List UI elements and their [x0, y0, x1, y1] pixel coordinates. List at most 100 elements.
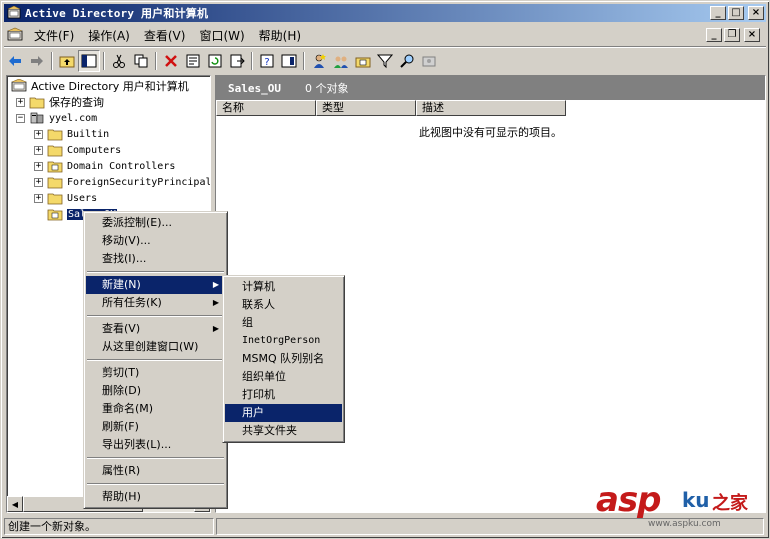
- back-button[interactable]: [4, 50, 26, 72]
- tree-item-saved-queries[interactable]: + 保存的查询: [16, 94, 104, 110]
- new-submenu: 计算机 联系人 组 InetOrgPerson MSMQ 队列别名 组织单位 打…: [222, 275, 345, 443]
- delete-icon: [165, 55, 177, 67]
- submenu-item-computer[interactable]: 计算机: [225, 278, 342, 296]
- expand-icon[interactable]: +: [34, 145, 43, 155]
- menu-view[interactable]: 查看(V): [137, 25, 193, 46]
- watermark-logo: asp: [596, 480, 662, 520]
- export-list-button[interactable]: [226, 50, 248, 72]
- tree-item-foreign-security-principals[interactable]: + ForeignSecurityPrincipal: [34, 174, 210, 190]
- copy-button[interactable]: [130, 50, 152, 72]
- export-icon: [230, 54, 245, 68]
- cut-icon: [113, 54, 125, 68]
- up-folder-icon: [59, 56, 75, 68]
- expand-icon[interactable]: +: [16, 97, 25, 107]
- tree-item-computers[interactable]: + Computers: [34, 142, 121, 158]
- folder-icon: [29, 97, 45, 109]
- menu-help[interactable]: 帮助(H): [252, 25, 308, 46]
- cut-button[interactable]: [108, 50, 130, 72]
- tree-item-label: 保存的查询: [49, 96, 104, 109]
- maximize-button[interactable]: □: [728, 6, 744, 20]
- menu-item-label: 新建(N): [102, 278, 141, 291]
- tree-item-users[interactable]: + Users: [34, 190, 97, 206]
- menu-item-delegate-control[interactable]: 委派控制(E)...: [86, 214, 225, 232]
- menu-file[interactable]: 文件(F): [27, 25, 81, 46]
- menu-action[interactable]: 操作(A): [81, 25, 137, 46]
- tree-item-domain-controllers[interactable]: + Domain Controllers: [34, 158, 175, 174]
- console-icon[interactable]: [7, 27, 23, 43]
- filter-button[interactable]: [374, 50, 396, 72]
- new-user-button[interactable]: [308, 50, 330, 72]
- folder-icon: [47, 193, 63, 205]
- show-tree-icon: [81, 54, 97, 68]
- submenu-item-organizational-unit[interactable]: 组织单位: [225, 368, 342, 386]
- menu-item-new[interactable]: 新建(N) ▶: [86, 276, 225, 294]
- show-tree-button[interactable]: [78, 50, 100, 72]
- menu-item-delete[interactable]: 删除(D): [86, 382, 225, 400]
- expand-icon[interactable]: +: [34, 193, 43, 203]
- expand-icon[interactable]: +: [34, 129, 43, 139]
- menu-separator: [87, 315, 224, 317]
- toolbar-separator: [51, 52, 53, 70]
- tree-root[interactable]: Active Directory 用户和计算机: [11, 78, 189, 94]
- svg-text:?: ?: [264, 57, 269, 68]
- submenu-arrow-icon: ▶: [212, 280, 219, 289]
- column-description[interactable]: 描述: [416, 100, 566, 116]
- up-level-button[interactable]: [56, 50, 78, 72]
- menu-item-properties[interactable]: 属性(R): [86, 462, 225, 480]
- forward-icon: [31, 56, 43, 66]
- new-ou-button[interactable]: [352, 50, 374, 72]
- tree-item-domain[interactable]: − yyel.com: [16, 110, 97, 126]
- empty-view-message: 此视图中没有可显示的项目。: [419, 126, 562, 139]
- child-restore-button[interactable]: ❐: [724, 28, 740, 42]
- submenu-item-group[interactable]: 组: [225, 314, 342, 332]
- menu-item-view[interactable]: 查看(V) ▶: [86, 320, 225, 338]
- submenu-item-contact[interactable]: 联系人: [225, 296, 342, 314]
- expand-icon[interactable]: +: [34, 161, 43, 171]
- status-text: 创建一个新对象。: [4, 517, 214, 535]
- help-button[interactable]: ?: [256, 50, 278, 72]
- child-minimize-button[interactable]: _: [706, 28, 722, 42]
- submenu-item-shared-folder[interactable]: 共享文件夹: [225, 422, 342, 440]
- collapse-icon[interactable]: −: [16, 113, 25, 123]
- menu-window[interactable]: 窗口(W): [192, 25, 251, 46]
- menu-item-export-list[interactable]: 导出列表(L)...: [86, 436, 225, 454]
- console-tree-button[interactable]: [278, 50, 300, 72]
- copy-icon: [134, 54, 148, 68]
- scroll-left-icon[interactable]: ◀: [7, 496, 23, 512]
- refresh-button[interactable]: [204, 50, 226, 72]
- find-button[interactable]: [396, 50, 418, 72]
- minimize-button[interactable]: _: [710, 6, 726, 20]
- menu-item-cut[interactable]: 剪切(T): [86, 364, 225, 382]
- delete-button[interactable]: [160, 50, 182, 72]
- child-close-button[interactable]: ×: [744, 28, 760, 42]
- find-icon: [400, 54, 414, 68]
- column-name[interactable]: 名称: [216, 100, 316, 116]
- submenu-item-user[interactable]: 用户: [225, 404, 342, 422]
- expand-icon[interactable]: +: [34, 177, 43, 187]
- column-headers: 名称 类型 描述: [216, 100, 566, 116]
- add-to-group-button[interactable]: [418, 50, 440, 72]
- close-button[interactable]: ×: [748, 6, 764, 20]
- submenu-arrow-icon: ▶: [212, 298, 219, 307]
- menu-item-new-window-from-here[interactable]: 从这里创建窗口(W): [86, 338, 225, 356]
- submenu-item-inetorgperson[interactable]: InetOrgPerson: [225, 332, 342, 350]
- menu-item-help[interactable]: 帮助(H): [86, 488, 225, 506]
- details-header: Sales_OU 0 个对象: [216, 76, 765, 100]
- menu-item-move[interactable]: 移动(V)...: [86, 232, 225, 250]
- title-bar[interactable]: Active Directory 用户和计算机 _ □ ×: [4, 4, 766, 22]
- new-group-button[interactable]: [330, 50, 352, 72]
- menu-item-all-tasks[interactable]: 所有任务(K) ▶: [86, 294, 225, 312]
- menu-item-rename[interactable]: 重命名(M): [86, 400, 225, 418]
- window-title: Active Directory 用户和计算机: [25, 7, 209, 20]
- tree-item-builtin[interactable]: + Builtin: [34, 126, 109, 142]
- forward-button[interactable]: [26, 50, 48, 72]
- properties-button[interactable]: [182, 50, 204, 72]
- container-name: Sales_OU: [228, 81, 281, 95]
- toolbar: ?: [4, 49, 766, 73]
- column-type[interactable]: 类型: [316, 100, 416, 116]
- submenu-item-printer[interactable]: 打印机: [225, 386, 342, 404]
- menu-item-refresh[interactable]: 刷新(F): [86, 418, 225, 436]
- ou-folder-icon: [47, 161, 63, 173]
- submenu-item-msmq-alias[interactable]: MSMQ 队列别名: [225, 350, 342, 368]
- menu-item-find[interactable]: 查找(I)...: [86, 250, 225, 268]
